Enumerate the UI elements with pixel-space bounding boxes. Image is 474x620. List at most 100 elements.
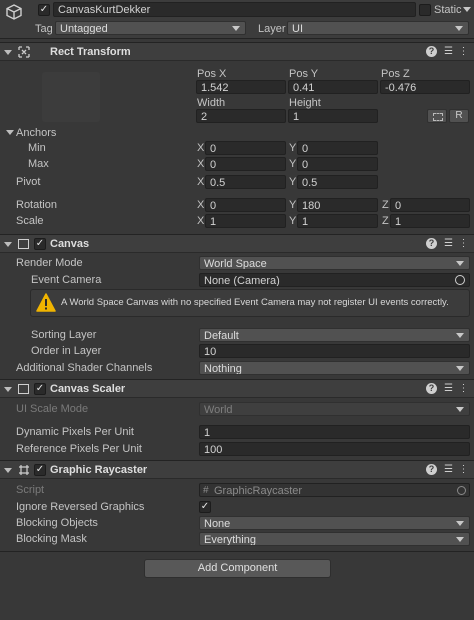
rot-z-input[interactable]: 0 [390,198,470,212]
script-label: Script [16,484,45,496]
object-picker-icon[interactable] [455,275,465,285]
blocking-objects-dropdown[interactable]: None [199,516,470,530]
canvas-scaler-header[interactable]: ✓ Canvas Scaler ? ☰ ⋮ [0,379,474,398]
event-camera-field[interactable]: None (Camera) [199,273,470,287]
foldout-arrow-icon[interactable] [4,468,12,473]
pivot-label: Pivot [16,176,41,188]
anchors-foldout-icon[interactable] [6,130,14,135]
help-icon[interactable]: ? [426,464,437,475]
add-component-button[interactable]: Add Component [144,559,331,578]
pivot-x-input[interactable]: 0.5 [205,175,286,189]
canvas-enabled-checkbox[interactable]: ✓ [34,238,46,250]
pivot-x-label: X [197,176,205,188]
anchor-min-x-input[interactable]: 0 [205,141,286,155]
anchor-max-y-label: Y [289,158,297,170]
scale-label: Scale [16,215,44,227]
reference-ppu-input[interactable]: 100 [199,442,470,456]
rot-y-input[interactable]: 180 [297,198,378,212]
render-mode-dropdown[interactable]: World Space [199,256,470,270]
anchor-presets-button[interactable] [42,72,100,122]
static-dropdown-icon[interactable] [463,7,471,12]
anchor-max-x-input[interactable]: 0 [205,157,286,171]
help-icon[interactable]: ? [426,238,437,249]
foldout-arrow-icon[interactable] [4,387,12,392]
event-camera-label: Event Camera [31,274,102,286]
graphic-raycaster-header[interactable]: ✓ Graphic Raycaster ? ☰ ⋮ [0,460,474,479]
static-checkbox[interactable] [419,4,431,16]
rect-transform-header[interactable]: Rect Transform ? ☰ ⋮ [0,42,474,61]
pos-x-input[interactable]: 1.542 [196,80,286,94]
anchor-min-label: Min [28,142,46,154]
component-title: Canvas Scaler [50,383,126,395]
blueprint-mode-button[interactable] [427,109,447,123]
more-options-icon[interactable]: ⋮ [458,46,469,57]
gameobject-header: ✓ CanvasKurtDekker Static Tag Untagged L… [0,0,474,39]
preset-icon[interactable]: ☰ [443,46,454,57]
anchor-min-y-label: Y [289,142,297,154]
blocking-mask-dropdown[interactable]: Everything [199,532,470,546]
pos-y-input[interactable]: 0.41 [288,80,378,94]
anchor-max-x-label: X [197,158,205,170]
more-options-icon[interactable]: ⋮ [458,238,469,249]
canvas-scaler-enabled-checkbox[interactable]: ✓ [34,383,46,395]
anchor-max-y-input[interactable]: 0 [297,157,378,171]
component-title: Canvas [50,238,90,250]
preset-icon[interactable]: ☰ [443,464,454,475]
scale-y-input[interactable]: 1 [297,214,378,228]
canvas-icon [18,239,29,249]
pos-y-label: Pos Y [289,68,319,80]
width-label: Width [197,97,226,109]
scale-x-input[interactable]: 1 [205,214,286,228]
canvas-scaler-icon [18,384,29,394]
preset-icon[interactable]: ☰ [443,238,454,249]
rect-transform-icon [18,46,30,58]
raw-edit-button[interactable]: R [449,109,469,123]
divider [0,551,474,552]
width-input[interactable]: 2 [196,109,286,123]
dynamic-ppu-label: Dynamic Pixels Per Unit [16,426,134,438]
help-icon[interactable]: ? [426,46,437,57]
anchor-min-y-input[interactable]: 0 [297,141,378,155]
raycaster-enabled-checkbox[interactable]: ✓ [34,464,46,476]
anchor-min-x-label: X [197,142,205,154]
reference-ppu-label: Reference Pixels Per Unit [16,443,142,455]
gameobject-icon [5,3,23,21]
ui-scale-mode-label: UI Scale Mode [16,403,89,415]
gameobject-name-input[interactable]: CanvasKurtDekker [53,2,416,17]
pos-z-input[interactable]: -0.476 [380,80,470,94]
help-icon[interactable]: ? [426,383,437,394]
preset-icon[interactable]: ☰ [443,383,454,394]
sorting-layer-label: Sorting Layer [31,329,97,341]
canvas-header[interactable]: ✓ Canvas ? ☰ ⋮ [0,234,474,253]
scale-x-label: X [197,215,205,227]
blocking-objects-label: Blocking Objects [16,517,98,529]
ignore-reversed-checkbox[interactable]: ✓ [199,501,211,513]
pos-z-label: Pos Z [381,68,410,80]
render-mode-label: Render Mode [16,257,83,269]
warning-icon [36,293,56,313]
height-input[interactable]: 1 [288,109,378,123]
tag-dropdown[interactable]: Untagged [55,21,246,35]
dynamic-ppu-input[interactable]: 1 [199,425,470,439]
order-in-layer-input[interactable]: 10 [199,344,470,358]
layer-dropdown[interactable]: UI [287,21,469,35]
foldout-arrow-icon[interactable] [4,50,12,55]
scale-z-label: Z [382,215,389,227]
rot-x-input[interactable]: 0 [205,198,286,212]
active-checkbox[interactable]: ✓ [38,4,50,16]
pivot-y-input[interactable]: 0.5 [297,175,378,189]
anchor-max-label: Max [28,158,49,170]
order-in-layer-label: Order in Layer [31,345,102,357]
pos-x-label: Pos X [197,68,227,80]
more-options-icon[interactable]: ⋮ [458,383,469,394]
shader-channels-dropdown[interactable]: Nothing [199,361,470,375]
height-label: Height [289,97,321,109]
component-title: Rect Transform [50,46,131,58]
rotation-label: Rotation [16,199,57,211]
script-picker-icon [457,486,466,495]
layer-label: Layer [258,23,286,35]
foldout-arrow-icon[interactable] [4,242,12,247]
sorting-layer-dropdown[interactable]: Default [199,328,470,342]
more-options-icon[interactable]: ⋮ [458,464,469,475]
scale-z-input[interactable]: 1 [390,214,470,228]
